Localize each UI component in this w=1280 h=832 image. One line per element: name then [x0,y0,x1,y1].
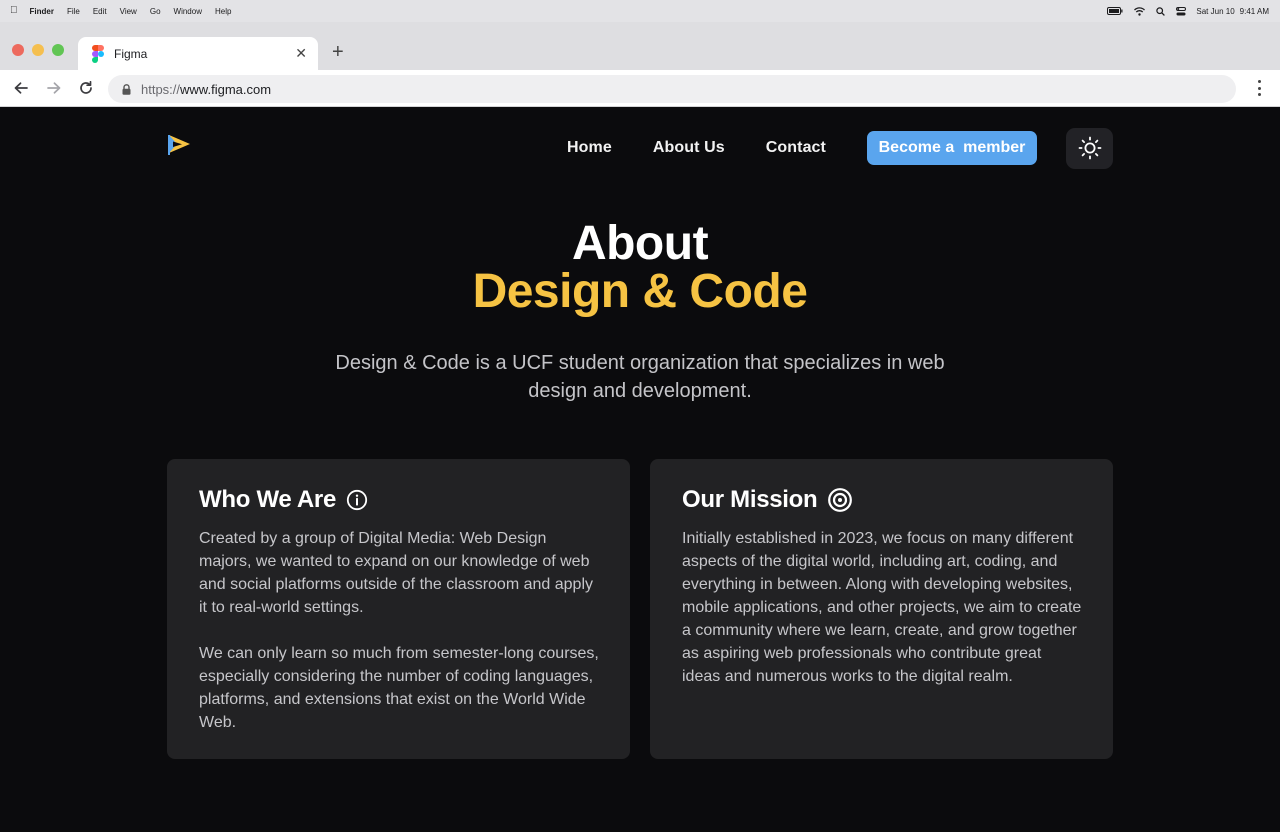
our-mission-paragraph: Initially established in 2023, we focus … [682,530,1082,685]
who-we-are-paragraph-2: We can only learn so much from semester-… [199,645,599,731]
tab-title: Figma [114,46,148,61]
menu-help[interactable]: Help [215,7,231,16]
address-bar[interactable]: https://www.figma.com [108,75,1236,103]
spotlight-search-icon[interactable] [1156,6,1166,16]
apple-menu-icon[interactable]:  [10,6,18,16]
sun-icon [1078,136,1102,160]
our-mission-card: Our Mission Initially established in 202… [650,459,1113,759]
new-tab-icon[interactable]: + [332,42,344,62]
info-circle-icon [346,489,368,511]
target-icon [827,487,853,513]
menu-view[interactable]: View [120,7,137,16]
clock-date: Sat Jun 10 [1196,6,1235,16]
become-member-button[interactable]: Become a member [867,131,1037,165]
browser-tab-strip: Figma ✕ + [0,22,1280,70]
figma-favicon-icon [92,44,104,63]
url-scheme: https:// [141,81,181,97]
site-navigation: Home About Us Contact Become a member [567,127,1113,169]
who-we-are-card: Who We Are Created by a group of Digital… [167,459,630,759]
browser-toolbar: https://www.figma.com [0,70,1280,107]
tab-close-icon[interactable]: ✕ [295,46,307,60]
reload-icon[interactable] [77,79,95,97]
macos-menu-bar:  Finder File Edit View Go Window Help S… [0,0,1280,22]
url-host: www.figma.com [180,81,272,97]
our-mission-title: Our Mission [682,486,818,513]
browser-tab-active[interactable]: Figma ✕ [78,37,318,70]
menu-file[interactable]: File [67,7,80,16]
web-page: Home About Us Contact Become a member Ab… [0,107,1280,832]
menu-edit[interactable]: Edit [93,7,107,16]
nav-link-contact[interactable]: Contact [766,139,826,157]
nav-link-home[interactable]: Home [567,139,612,157]
theme-toggle-button[interactable] [1066,127,1113,169]
become-member-label: Become a member [878,139,1026,156]
menu-window[interactable]: Window [174,7,202,16]
hero-title-line1: About [571,217,709,270]
menu-app-name[interactable]: Finder [30,7,54,16]
zoom-window-button[interactable] [52,44,64,56]
clock-time: 9:41 AM [1239,6,1269,16]
battery-icon[interactable] [1107,7,1123,15]
who-we-are-title: Who We Are [199,486,337,513]
close-window-button[interactable] [12,44,24,56]
minimize-window-button[interactable] [32,44,44,56]
forward-arrow-icon[interactable] [45,79,63,97]
browser-menu-icon[interactable] [1258,80,1262,96]
hero-title-line2: Design & Code [472,265,808,318]
menu-go[interactable]: Go [150,7,161,16]
back-arrow-icon[interactable] [12,79,30,97]
control-center-icon[interactable] [1176,6,1187,16]
hero-subtitle: Design & Code is a UCF student organizat… [335,352,945,402]
design-and-code-logo[interactable] [166,133,192,159]
wifi-icon[interactable] [1134,6,1146,16]
nav-link-about-us[interactable]: About Us [653,139,725,157]
lock-icon[interactable] [122,83,131,95]
menu-bar-clock[interactable]: Sat Jun 10 9:41 AM [1196,7,1269,16]
who-we-are-paragraph-1: Created by a group of Digital Media: Web… [199,530,593,616]
